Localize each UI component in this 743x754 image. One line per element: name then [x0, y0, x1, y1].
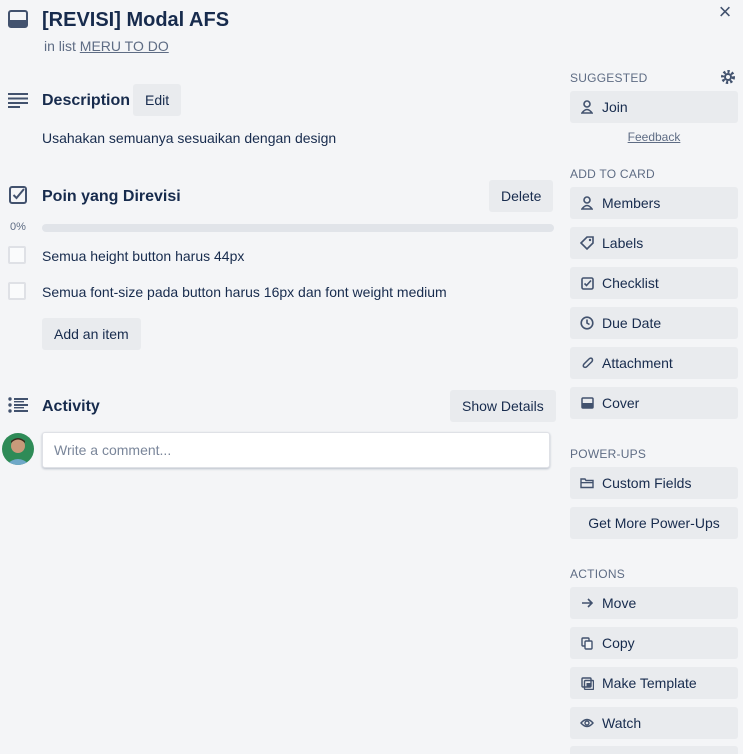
members-label: Members: [602, 195, 661, 211]
custom-fields-button[interactable]: Custom Fields: [570, 467, 738, 499]
checklist-icon: [9, 186, 27, 204]
get-more-power-ups-label: Get More Power-Ups: [588, 515, 720, 531]
description-edit-button[interactable]: Edit: [133, 84, 182, 116]
add-item-button[interactable]: Add an item: [42, 318, 141, 350]
description-icon: [8, 92, 28, 108]
checklist-delete-button[interactable]: Delete: [489, 180, 554, 212]
next-action-button-edge[interactable]: [570, 746, 738, 754]
join-button[interactable]: Join: [570, 91, 738, 123]
checklist-progress-bar: [42, 224, 554, 232]
show-details-button[interactable]: Show Details: [450, 390, 556, 422]
copy-button[interactable]: Copy: [570, 627, 738, 659]
person-icon: [580, 196, 594, 210]
avatar[interactable]: [2, 433, 34, 465]
comment-box: [42, 432, 550, 468]
checkbox-icon: [580, 276, 594, 290]
copy-icon: [580, 636, 594, 650]
checklist-item-text[interactable]: Semua height button harus 44px: [42, 248, 244, 264]
move-button[interactable]: Move: [570, 587, 738, 619]
members-button[interactable]: Members: [570, 187, 738, 219]
activity-icon: [8, 397, 28, 413]
activity-heading: Activity: [42, 398, 100, 415]
checklist-item-checkbox[interactable]: [8, 246, 26, 264]
comment-input[interactable]: [43, 433, 549, 467]
get-more-power-ups-button[interactable]: Get More Power-Ups: [570, 507, 738, 539]
clock-icon: [580, 316, 594, 330]
arrow-right-icon: [580, 596, 594, 610]
close-icon[interactable]: ×: [713, 1, 737, 26]
due-date-button[interactable]: Due Date: [570, 307, 738, 339]
copy-label: Copy: [602, 635, 635, 651]
make-template-button[interactable]: Make Template: [570, 667, 738, 699]
description-heading: Description: [42, 92, 131, 109]
attachment-label: Attachment: [602, 355, 673, 371]
make-template-label: Make Template: [602, 675, 697, 691]
gear-icon[interactable]: [719, 68, 737, 86]
cover-label: Cover: [602, 395, 640, 411]
labels-label: Labels: [602, 235, 644, 251]
description-text[interactable]: Usahakan semuanya sesuaikan dengan desig…: [42, 130, 336, 146]
in-list-line: in list MERU TO DO: [44, 38, 169, 54]
suggested-heading: SUGGESTED: [570, 71, 648, 85]
person-icon: [580, 100, 594, 114]
paperclip-icon: [580, 356, 594, 370]
custom-fields-label: Custom Fields: [602, 475, 692, 491]
card-title[interactable]: [REVISI] Modal AFS: [42, 8, 229, 32]
tag-icon: [580, 236, 594, 250]
checklist-label: Checklist: [602, 275, 659, 291]
add-to-card-heading: ADD TO CARD: [570, 167, 655, 181]
move-label: Move: [602, 595, 637, 611]
in-list-prefix: in list: [44, 38, 76, 54]
template-icon: [580, 676, 594, 690]
power-ups-heading: POWER-UPS: [570, 447, 647, 461]
actions-heading: ACTIONS: [570, 567, 626, 581]
folder-icon: [580, 476, 594, 490]
checklist-progress-percent: 0%: [10, 221, 26, 233]
feedback-link[interactable]: Feedback: [570, 130, 738, 144]
eye-icon: [580, 716, 594, 730]
list-link[interactable]: MERU TO DO: [80, 38, 169, 54]
watch-label: Watch: [602, 715, 642, 731]
checklist-heading[interactable]: Poin yang Direvisi: [42, 187, 181, 207]
checklist-item-checkbox[interactable]: [8, 282, 26, 300]
card-icon: [580, 396, 594, 410]
due-date-label: Due Date: [602, 315, 662, 331]
labels-button[interactable]: Labels: [570, 227, 738, 259]
join-label: Join: [602, 99, 628, 115]
checklist-item-text[interactable]: Semua font-size pada button harus 16px d…: [42, 284, 447, 300]
cover-button[interactable]: Cover: [570, 387, 738, 419]
watch-button[interactable]: Watch: [570, 707, 738, 739]
attachment-button[interactable]: Attachment: [570, 347, 738, 379]
checklist-button[interactable]: Checklist: [570, 267, 738, 299]
card-icon: [8, 10, 28, 28]
